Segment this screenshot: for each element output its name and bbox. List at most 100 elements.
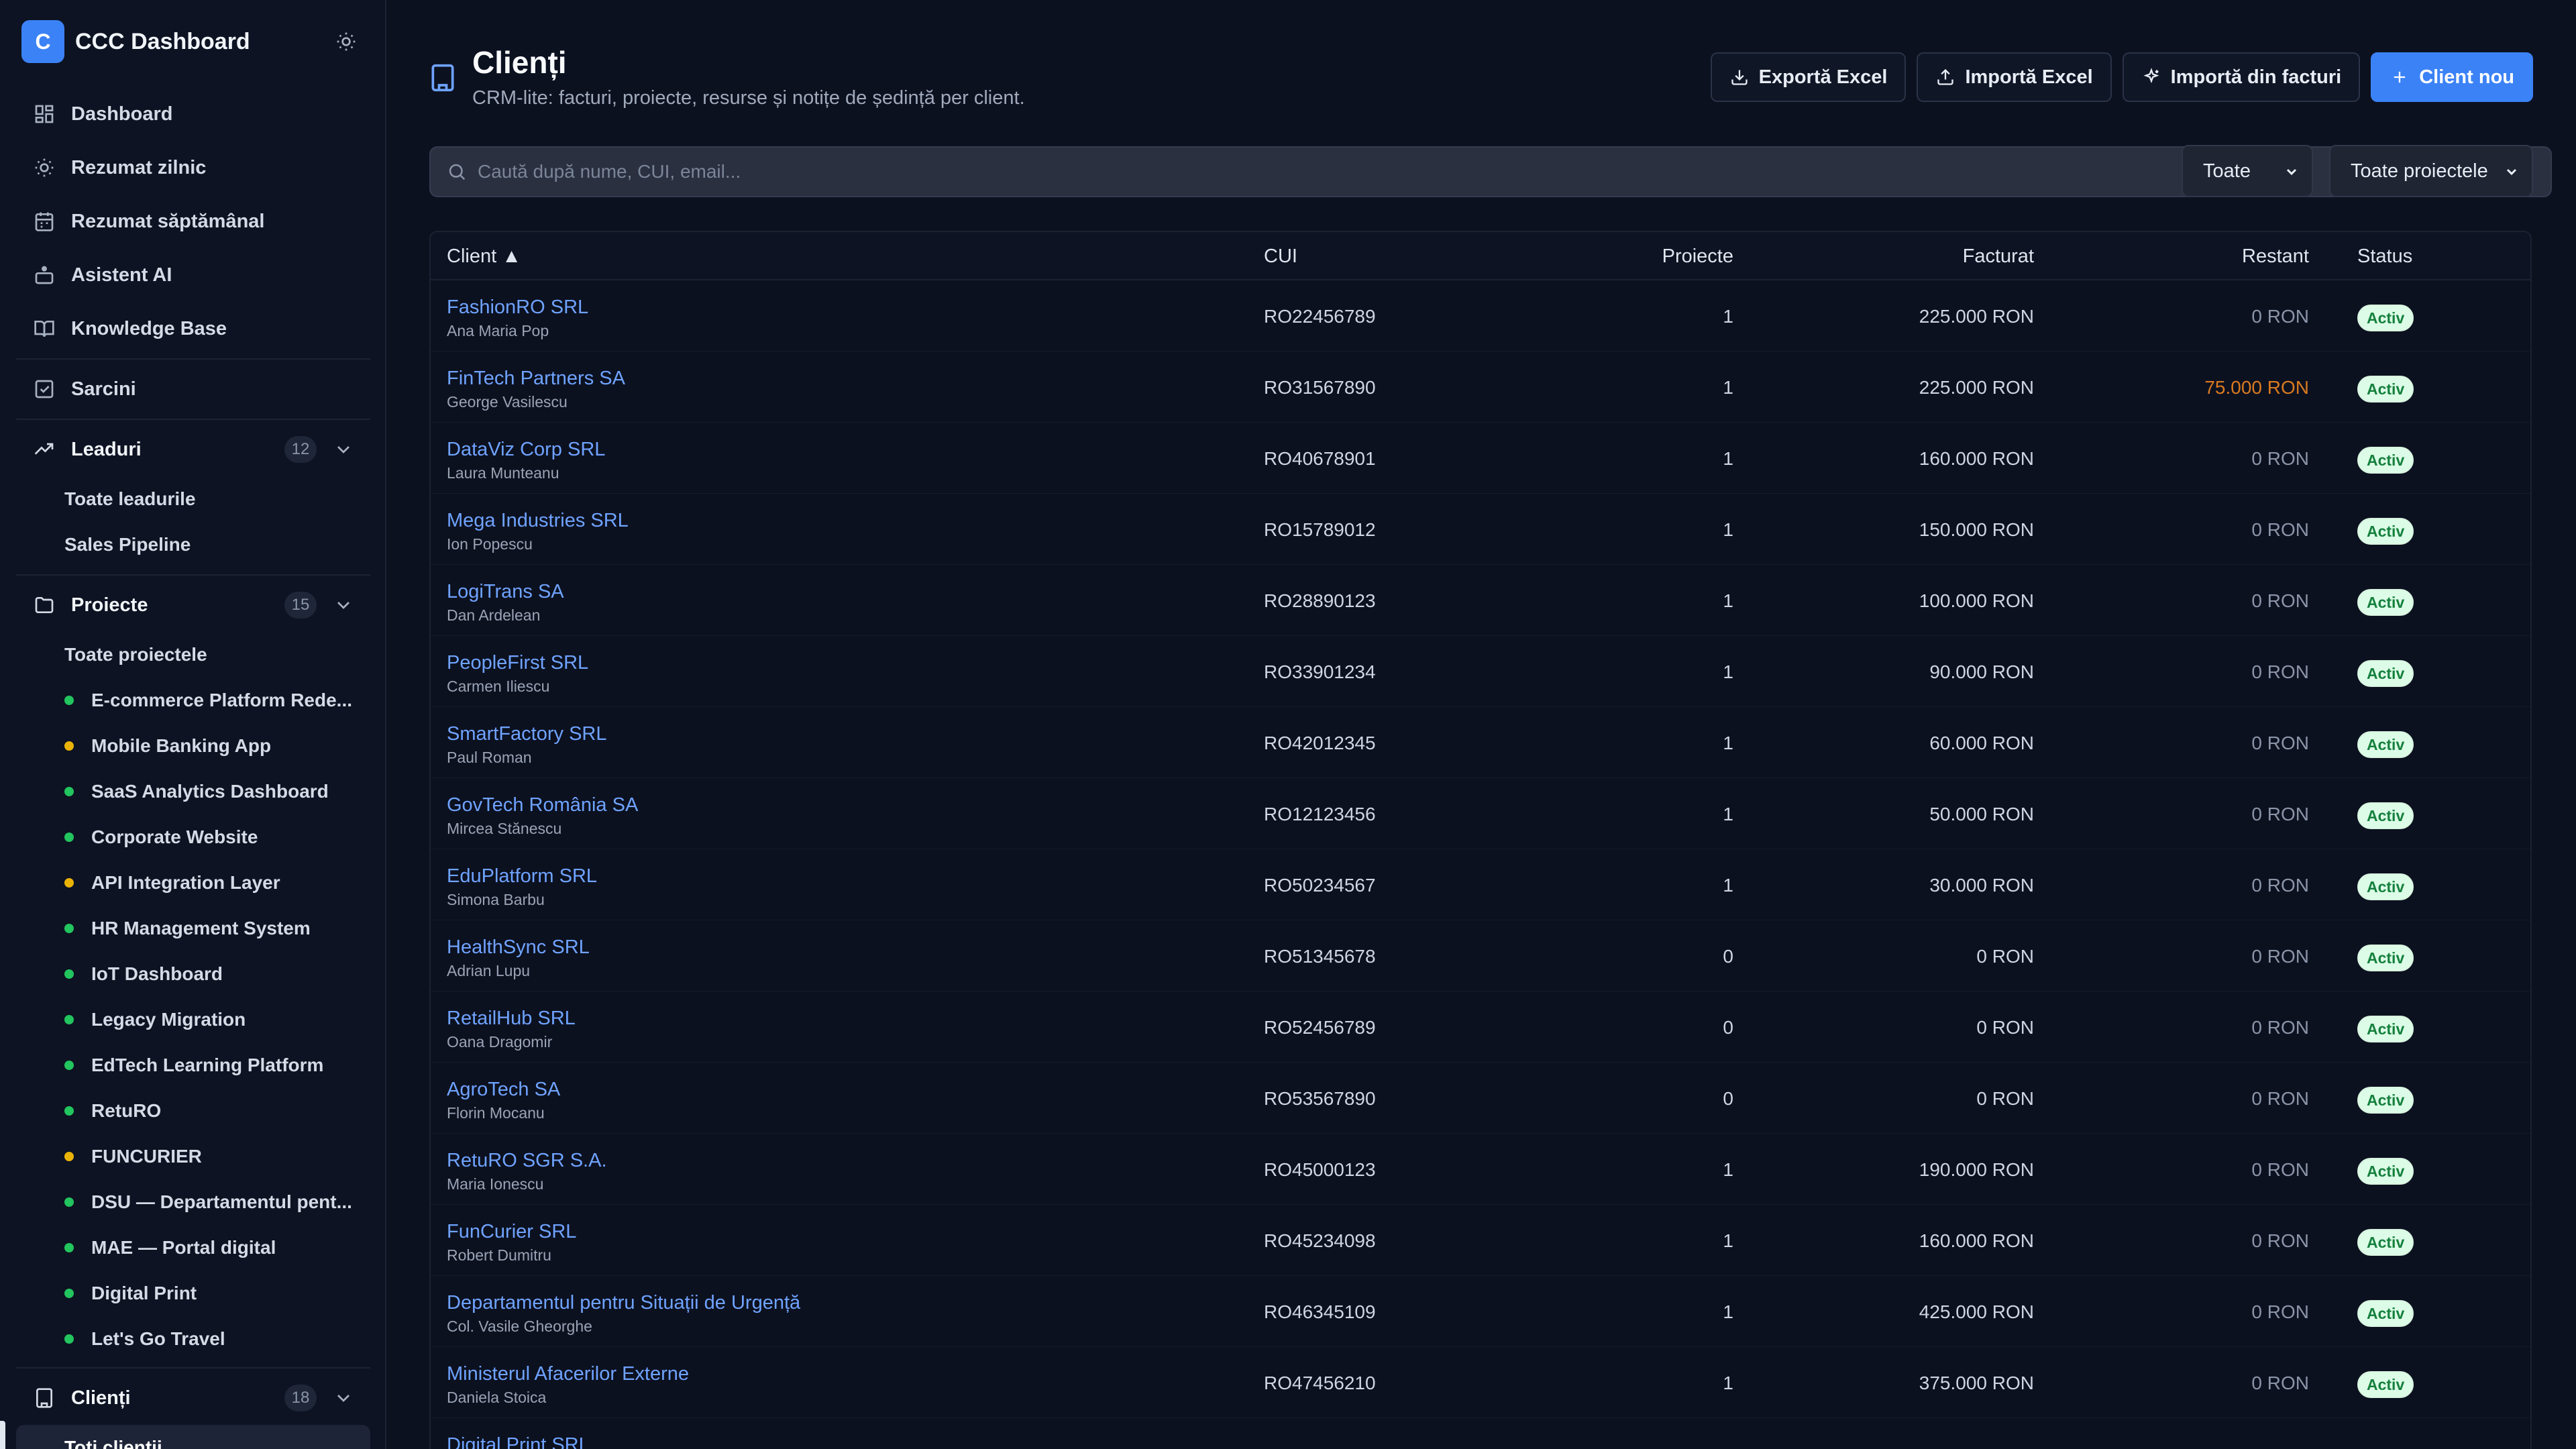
sidebar-item-project[interactable]: EdTech Learning Platform [16, 1042, 370, 1088]
client-projects: 0 [1723, 1088, 1733, 1109]
client-name-link[interactable]: PeopleFirst SRL [447, 652, 588, 674]
client-contact: Florin Mocanu [447, 1104, 545, 1122]
column-header-overdue[interactable]: Restant [2242, 246, 2309, 268]
status-badge: Activ [2357, 376, 2414, 402]
table-row[interactable]: FunCurier SRL Robert Dumitru RO45234098 1 16… [431, 1205, 2530, 1276]
import-invoices-button[interactable]: Importă din facturi [2122, 52, 2361, 102]
nav-group-projects[interactable]: Proiecte 15 [16, 578, 370, 632]
sidebar-item-project[interactable]: Corporate Website [16, 814, 370, 860]
table-row[interactable]: Digital Print SRL [431, 1418, 2530, 1449]
client-name-link[interactable]: SmartFactory SRL [447, 723, 607, 745]
column-header-status[interactable]: Status [2357, 246, 2412, 268]
sidebar-item-project[interactable]: API Integration Layer [16, 860, 370, 906]
client-contact: Paul Roman [447, 749, 532, 766]
nav-item-label: Rezumat săptămânal [71, 210, 265, 232]
search-input[interactable] [478, 161, 2423, 182]
sidebar-item-sales-pipeline[interactable]: Sales Pipeline [16, 522, 370, 568]
sidebar-item-project[interactable]: RetuRO [16, 1088, 370, 1134]
status-dot [64, 1243, 74, 1252]
client-name-link[interactable]: RetuRO SGR S.A. [447, 1150, 607, 1172]
client-contact: Maria Ionescu [447, 1175, 544, 1193]
sidebar-item-all-projects[interactable]: Toate proiectele [16, 632, 370, 678]
client-projects: 1 [1723, 1301, 1733, 1322]
column-header-invoiced[interactable]: Facturat [1963, 246, 2034, 268]
nav-item-knowledge-base[interactable]: Knowledge Base [16, 302, 370, 356]
client-name-link[interactable]: EduPlatform SRL [447, 865, 597, 888]
sidebar-item-project[interactable]: Mobile Banking App [16, 723, 370, 769]
table-row[interactable]: Mega Industries SRL Ion Popescu RO15789012… [431, 494, 2530, 565]
sidebar-item-all-clients[interactable]: Toți clienții [16, 1425, 370, 1449]
client-cui: RO50234567 [1264, 875, 1376, 896]
client-name-link[interactable]: Ministerul Afacerilor Externe [447, 1363, 689, 1385]
nav-item-daily-summary[interactable]: Rezumat zilnic [16, 141, 370, 195]
client-projects: 1 [1723, 875, 1733, 896]
table-row[interactable]: AgroTech SA Florin Mocanu RO53567890 0 0 RON… [431, 1063, 2530, 1134]
table-row[interactable]: DataViz Corp SRL Laura Munteanu RO40678901… [431, 423, 2530, 494]
client-name-link[interactable]: Digital Print SRL [447, 1434, 590, 1449]
project-label: MAE — Portal digital [91, 1237, 276, 1258]
client-name-link[interactable]: FinTech Partners SA [447, 368, 625, 390]
table-row[interactable]: RetailHub SRL Oana Dragomir RO52456789 0 0 R… [431, 991, 2530, 1063]
table-row[interactable]: LogiTrans SA Dan Ardelean RO28890123 1 100.0… [431, 565, 2530, 636]
client-name-link[interactable]: DataViz Corp SRL [447, 439, 605, 461]
table-row[interactable]: Ministerul Afacerilor Externe Daniela Sto… [431, 1347, 2530, 1418]
table-row[interactable]: PeopleFirst SRL Carmen Iliescu RO33901234 1… [431, 636, 2530, 707]
sidebar-item-project[interactable]: Digital Print [16, 1271, 370, 1316]
chevron-down-icon[interactable] [333, 594, 354, 616]
toolbar: Exportă Excel Importă Excel Importă din … [1710, 52, 2533, 102]
client-cui: RO28890123 [1264, 590, 1376, 611]
nav-item-tasks[interactable]: Sarcini [16, 362, 370, 416]
client-name-link[interactable]: FunCurier SRL [447, 1221, 576, 1243]
client-name-link[interactable]: Mega Industries SRL [447, 510, 629, 532]
sidebar-item-project[interactable]: FUNCURIER [16, 1134, 370, 1179]
sidebar-item-all-leads[interactable]: Toate leadurile [16, 476, 370, 522]
import-excel-button[interactable]: Importă Excel [1917, 52, 2112, 102]
chevron-down-icon[interactable] [333, 1387, 354, 1409]
sidebar-item-project[interactable]: Let's Go Travel [16, 1316, 370, 1362]
checkbox-icon [32, 377, 56, 401]
status-dot [64, 1152, 74, 1161]
table-row[interactable]: FashionRO SRL Ana Maria Pop RO22456789 1 225… [431, 280, 2530, 352]
table-row[interactable]: Departamentul pentru Situații de Urgență… [431, 1276, 2530, 1347]
client-contact: Laura Munteanu [447, 464, 559, 482]
table-row[interactable]: RetuRO SGR S.A. Maria Ionescu RO45000123 1 1… [431, 1134, 2530, 1205]
status-filter-select[interactable]: Toate [2182, 145, 2313, 197]
client-name-link[interactable]: GovTech România SA [447, 794, 638, 816]
column-header-cui[interactable]: CUI [1264, 246, 1297, 268]
client-name-link[interactable]: Departamentul pentru Situații de Urgență [447, 1292, 800, 1314]
new-client-button[interactable]: Client nou [2371, 52, 2533, 102]
sidebar-item-project[interactable]: SaaS Analytics Dashboard [16, 769, 370, 814]
nav-group-leads[interactable]: Leaduri 12 [16, 423, 370, 476]
client-cui: RO51345678 [1264, 946, 1376, 967]
sidebar-item-project[interactable]: HR Management System [16, 906, 370, 951]
table-row[interactable]: FinTech Partners SA George Vasilescu RO315… [431, 352, 2530, 423]
sidebar-item-project[interactable]: E-commerce Platform Rede... [16, 678, 370, 723]
sidebar-item-project[interactable]: Legacy Migration [16, 997, 370, 1042]
client-name-link[interactable]: FashionRO SRL [447, 297, 588, 319]
sidebar-item-project[interactable]: IoT Dashboard [16, 951, 370, 997]
client-name-link[interactable]: LogiTrans SA [447, 581, 564, 603]
client-name-link[interactable]: HealthSync SRL [447, 936, 590, 959]
table-row[interactable]: HealthSync SRL Adrian Lupu RO51345678 0 0 RO… [431, 920, 2530, 991]
brand[interactable]: C CCC Dashboard [21, 20, 365, 63]
projects-filter-select[interactable]: Toate proiectele [2329, 145, 2533, 197]
sidebar-item-project[interactable]: MAE — Portal digital [16, 1225, 370, 1271]
nav-item-dashboard[interactable]: Dashboard [16, 87, 370, 141]
client-name-link[interactable]: RetailHub SRL [447, 1008, 576, 1030]
nav-group-clients[interactable]: Clienți 18 [16, 1371, 370, 1425]
status-badge: Activ [2357, 1371, 2414, 1398]
nav-item-ai-assistant[interactable]: Asistent AI [16, 248, 370, 302]
nav-group-label: Clienți [71, 1387, 131, 1409]
sidebar-item-project[interactable]: DSU — Departamentul pent... [16, 1179, 370, 1225]
projects-count-badge: 15 [284, 592, 317, 619]
theme-toggle-button[interactable] [333, 28, 360, 55]
table-row[interactable]: SmartFactory SRL Paul Roman RO42012345 1 60.… [431, 707, 2530, 778]
column-header-client[interactable]: Client ▲ [447, 246, 521, 268]
nav-item-weekly-summary[interactable]: Rezumat săptămânal [16, 195, 370, 248]
table-row[interactable]: GovTech România SA Mircea Stănescu RO12123… [431, 778, 2530, 849]
export-excel-button[interactable]: Exportă Excel [1710, 52, 1907, 102]
table-row[interactable]: EduPlatform SRL Simona Barbu RO50234567 1 30… [431, 849, 2530, 920]
client-name-link[interactable]: AgroTech SA [447, 1079, 560, 1101]
chevron-down-icon[interactable] [333, 439, 354, 460]
column-header-projects[interactable]: Proiecte [1662, 246, 1733, 268]
